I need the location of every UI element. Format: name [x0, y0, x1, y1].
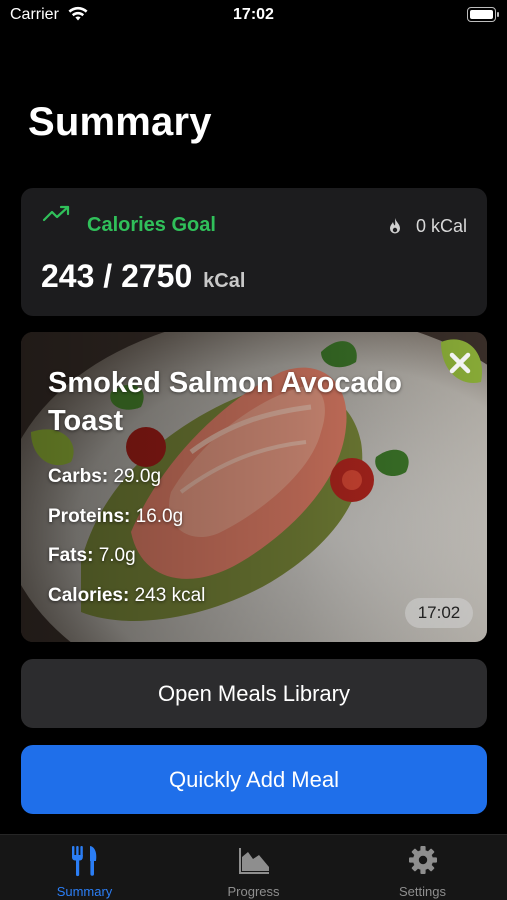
calories-consumed-total: 243 / 2750	[41, 258, 193, 294]
burned-calories: 0 kCal	[415, 216, 467, 236]
calories-progress: 243 / 2750 kCal	[41, 258, 245, 295]
meal-card[interactable]: Smoked Salmon Avocado Toast Carbs: 29.0g…	[21, 332, 487, 642]
carbs-value: 29.0g	[113, 466, 162, 487]
calories-goal-card: Calories Goal 0 kCal 243 / 2750 kCal	[21, 188, 487, 316]
battery-icon	[467, 7, 499, 22]
quick-add-meal-button[interactable]: Quickly Add Meal	[21, 745, 487, 814]
nutrient-calories: Calories: 243 kcal	[48, 585, 205, 607]
tab-settings[interactable]: Settings	[338, 835, 507, 900]
calories-value: 243 kcal	[134, 585, 206, 606]
meal-time-badge: 17:02	[405, 598, 473, 628]
area-chart-icon	[238, 848, 269, 874]
tab-summary[interactable]: Summary	[0, 835, 169, 900]
fork-knife-icon	[71, 846, 96, 877]
fats-value: 7.0g	[98, 545, 136, 566]
trending-up-icon	[42, 205, 70, 222]
proteins-value: 16.0g	[135, 506, 184, 527]
nutrient-carbs: Carbs: 29.0g	[48, 466, 161, 488]
carbs-label: Carbs:	[48, 466, 109, 487]
gear-icon	[408, 846, 437, 874]
status-bar: Carrier 17:02	[0, 0, 507, 32]
tab-settings-label: Settings	[399, 884, 446, 899]
page-title: Summary	[28, 100, 212, 144]
meal-title: Smoked Salmon Avocado Toast	[48, 367, 402, 437]
open-meals-library-button[interactable]: Open Meals Library	[21, 659, 487, 728]
calories-label: Calories:	[48, 585, 130, 606]
nutrient-fats: Fats: 7.0g	[48, 545, 136, 567]
tab-bar: Summary Progress Settings	[0, 834, 507, 900]
tab-progress-label: Progress	[227, 884, 280, 899]
calories-unit: kCal	[203, 270, 246, 292]
status-time: 17:02	[233, 6, 274, 23]
flame-icon	[390, 218, 400, 234]
proteins-label: Proteins:	[48, 506, 131, 527]
tab-progress[interactable]: Progress	[169, 835, 338, 900]
calories-goal-label: Calories Goal	[87, 214, 216, 236]
fats-label: Fats:	[48, 545, 94, 566]
nutrient-proteins: Proteins: 16.0g	[48, 506, 183, 528]
tab-summary-label: Summary	[56, 884, 113, 899]
